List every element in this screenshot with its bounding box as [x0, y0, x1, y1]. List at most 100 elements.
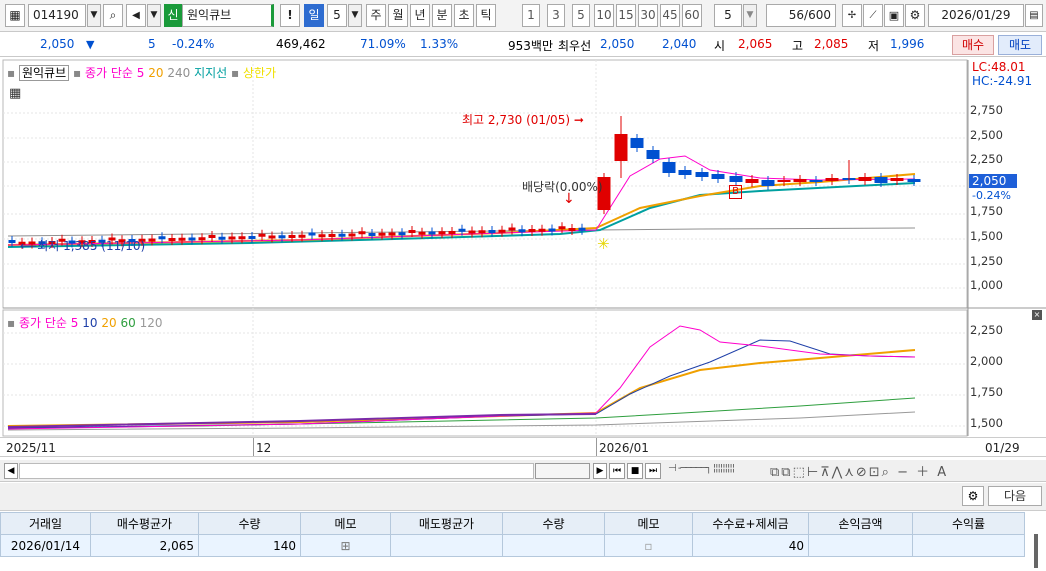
next-button[interactable]: 다음	[988, 486, 1042, 506]
legend-ma60[interactable]: 60	[120, 316, 135, 330]
header-pnl[interactable]: 손익금액	[808, 512, 913, 535]
code-dropdown-icon[interactable]: ▼	[87, 4, 101, 27]
cell-trade-date[interactable]: 2026/01/14	[0, 534, 91, 557]
legend-ma-label[interactable]: 종가 단순	[19, 316, 67, 330]
stop-icon[interactable]: ■	[627, 463, 643, 479]
legend-ma-label[interactable]: 종가 단순	[85, 66, 133, 80]
legend-limit[interactable]: 상한가	[243, 66, 276, 80]
legend-ma10[interactable]: 10	[82, 316, 97, 330]
stock-name-field[interactable]: 원익큐브	[182, 4, 274, 27]
cell-pnl[interactable]	[808, 534, 913, 557]
minute-3-button[interactable]: 3	[547, 4, 565, 27]
header-fee[interactable]: 수수료+제세금	[692, 512, 809, 535]
save-icon[interactable]: ▣	[884, 4, 904, 27]
cell-buy-qty[interactable]: 140	[198, 534, 301, 557]
candle	[328, 234, 336, 237]
table-scrollbar[interactable]	[1034, 534, 1038, 568]
legend-stock-name[interactable]: 원익큐브	[18, 65, 70, 81]
period-tick-button[interactable]: 틱	[476, 4, 496, 27]
legend-ma20[interactable]: 20	[148, 66, 163, 80]
scroll-track[interactable]	[19, 463, 534, 479]
panel-close-icon[interactable]: ×	[1032, 310, 1042, 320]
date-field[interactable]: 2026/01/29	[928, 4, 1024, 27]
cell-return[interactable]	[912, 534, 1025, 557]
limit-star-icon: ✳	[597, 235, 610, 253]
minute-dropdown-icon[interactable]: ▼	[743, 4, 757, 27]
legend-ma120[interactable]: 120	[140, 316, 163, 330]
minute-10-button[interactable]: 10	[594, 4, 614, 27]
low-annotation-text: 최저 1,385 (11/10)	[37, 239, 146, 253]
header-buy-avg[interactable]: 매수평균가	[90, 512, 199, 535]
low-price: 1,996	[890, 37, 925, 51]
chart-area: ▪ 원익큐브 ▪ 종가 단순 5 20 240 지지선 ▪ 상한가 ▦ LC:4…	[0, 58, 1046, 458]
panel-gear-icon[interactable]: ⚙	[962, 486, 984, 506]
cell-sell-avg[interactable]	[390, 534, 503, 557]
header-sell-qty[interactable]: 수량	[502, 512, 605, 535]
candle	[578, 227, 586, 231]
candle	[208, 235, 216, 238]
header-return[interactable]: 수익률	[912, 512, 1025, 535]
minute-value-field[interactable]: 5	[714, 4, 742, 27]
minute-30-button[interactable]: 30	[638, 4, 658, 27]
candle	[188, 237, 196, 241]
minute-5-button[interactable]: 5	[572, 4, 590, 27]
gear-icon[interactable]: ⚙	[905, 4, 925, 27]
legend-ma20[interactable]: 20	[101, 316, 116, 330]
minute-45-button[interactable]: 45	[660, 4, 680, 27]
open-price: 2,065	[738, 37, 773, 51]
header-trade-date[interactable]: 거래일	[0, 512, 91, 535]
memo-note-icon[interactable]: ▫	[604, 534, 693, 557]
memo-add-icon[interactable]: ⊞	[300, 534, 391, 557]
header-sell-memo[interactable]: 메모	[604, 512, 693, 535]
period-minute-button[interactable]: 분	[432, 4, 452, 27]
scroll-left-icon[interactable]: ◀	[4, 463, 18, 479]
play-icon[interactable]: ▶	[593, 463, 607, 479]
candle	[428, 231, 436, 235]
search-icon[interactable]: ⌕	[103, 4, 123, 27]
period-year-button[interactable]: 년	[410, 4, 430, 27]
cell-buy-avg[interactable]: 2,065	[90, 534, 199, 557]
minute-1-button[interactable]: 1	[522, 4, 540, 27]
alert-icon[interactable]: !	[280, 4, 300, 27]
period-day-button[interactable]: 일	[304, 4, 324, 27]
legend-ma240[interactable]: 240	[167, 66, 190, 80]
rewind-icon[interactable]: ⏮	[609, 463, 625, 479]
cell-sell-qty[interactable]	[502, 534, 605, 557]
drawing-tools-icon[interactable]: ⧉⧉⬚⊢⊼⋀⋏⊘⊡⌕ − ＋ A	[770, 461, 1040, 481]
legend-support[interactable]: 지지선	[194, 66, 227, 80]
sound-dropdown-icon[interactable]: ▼	[147, 4, 161, 27]
data-count-field[interactable]: 56/600	[766, 4, 836, 27]
forward-icon[interactable]: ⏭	[645, 463, 661, 479]
table-icon[interactable]: ▦	[9, 86, 21, 101]
current-pct-tag: -0.24%	[972, 189, 1011, 202]
date-axis: 2025/11 12 2026/01 01/29	[0, 437, 1046, 457]
header-buy-memo[interactable]: 메모	[300, 512, 391, 535]
period-value-field[interactable]: 5	[327, 4, 347, 27]
pin-icon[interactable]: ✢	[842, 4, 862, 27]
stock-code-input[interactable]: 014190	[28, 4, 86, 27]
buy-button[interactable]: 매수	[952, 35, 994, 55]
grid-icon[interactable]: ▦	[5, 4, 25, 27]
cell-fee[interactable]: 40	[692, 534, 809, 557]
table-row[interactable]: 2026/01/14 2,065 140 ⊞ ▫ 40	[0, 534, 1025, 557]
scroll-thumb[interactable]	[535, 463, 590, 479]
period-week-button[interactable]: 주	[366, 4, 386, 27]
legend-ma5[interactable]: 5	[137, 66, 145, 80]
period-second-button[interactable]: 초	[454, 4, 474, 27]
period-dropdown-icon[interactable]: ▼	[348, 4, 362, 27]
trend-icon[interactable]: ⟋	[863, 4, 883, 27]
header-sell-avg[interactable]: 매도평균가	[390, 512, 503, 535]
header-buy-qty[interactable]: 수량	[198, 512, 301, 535]
minute-15-button[interactable]: 15	[616, 4, 636, 27]
minute-60-button[interactable]: 60	[682, 4, 702, 27]
sound-icon[interactable]: ◀	[126, 4, 146, 27]
sell-button[interactable]: 매도	[998, 35, 1042, 55]
candle	[408, 230, 416, 233]
calendar-icon[interactable]: ▤	[1025, 4, 1043, 27]
candle	[248, 236, 256, 239]
legend-ma5[interactable]: 5	[71, 316, 79, 330]
buy-signal-marker[interactable]: B	[729, 185, 742, 199]
period-month-button[interactable]: 월	[388, 4, 408, 27]
candle	[258, 233, 266, 237]
zoom-slider[interactable]: ⊣ ‐─────┐ ¦¦¦¦¦¦¦¦¦	[668, 463, 764, 479]
